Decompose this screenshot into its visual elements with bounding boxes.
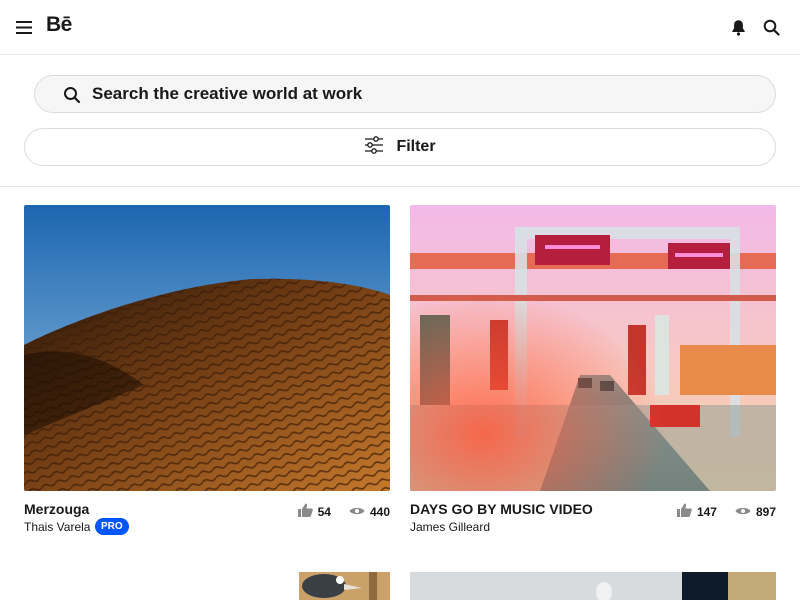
project-card: DAYS GO BY MUSIC VIDEO James Gilleard 14…	[410, 205, 776, 534]
like-count: 147	[696, 504, 717, 519]
project-owner[interactable]: Thais Varela	[24, 520, 90, 534]
like-count: 54	[317, 504, 331, 519]
project-owner[interactable]: James Gilleard	[410, 520, 490, 534]
search-bar	[34, 75, 776, 113]
project-stats: 54 440	[297, 503, 390, 520]
bell-icon[interactable]	[727, 16, 749, 38]
search-icon[interactable]	[760, 16, 782, 38]
pro-badge: PRO	[95, 518, 129, 535]
thumbs-up-icon	[297, 503, 313, 520]
section-divider	[0, 186, 800, 187]
highway-tollgate-illustration[interactable]	[410, 205, 776, 491]
search-icon	[63, 86, 81, 104]
search-input[interactable]	[92, 82, 752, 106]
filter-label: Filter	[396, 138, 436, 155]
view-count: 440	[369, 504, 390, 519]
eye-icon	[349, 505, 365, 519]
desert-dune-photo[interactable]	[24, 205, 390, 491]
top-bar: Bē	[0, 0, 800, 55]
project-title[interactable]: Merzouga	[24, 501, 89, 517]
behance-logo[interactable]: Bē	[46, 13, 72, 37]
project-title[interactable]: DAYS GO BY MUSIC VIDEO	[410, 501, 593, 517]
view-count: 897	[755, 504, 776, 519]
filter-button[interactable]: Filter	[24, 128, 776, 166]
project-thumbnail-partial[interactable]	[410, 572, 776, 600]
sliders-icon	[364, 135, 384, 159]
project-stats: 147 897	[676, 503, 776, 520]
project-card: Merzouga Thais Varela PRO 54 440	[24, 205, 390, 535]
project-thumbnail-partial[interactable]	[24, 572, 390, 600]
eye-icon	[735, 505, 751, 519]
hamburger-icon[interactable]	[13, 16, 35, 38]
thumbs-up-icon	[676, 503, 692, 520]
